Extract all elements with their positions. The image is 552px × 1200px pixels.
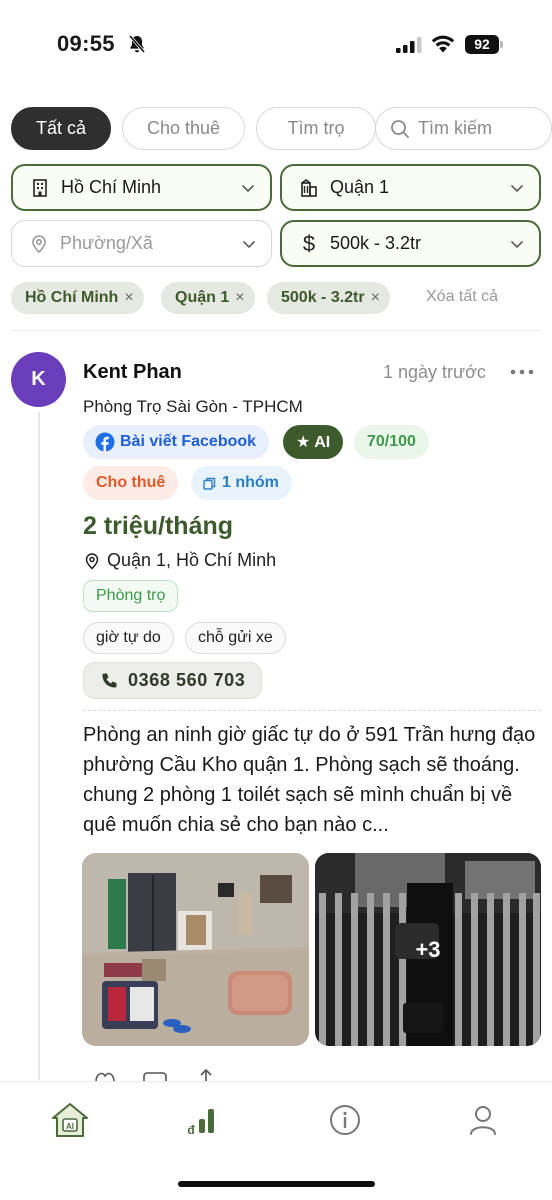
- city-select-value: Hồ Chí Minh: [61, 177, 162, 197]
- profile-icon: [470, 1106, 496, 1135]
- svg-text:đ: đ: [187, 1123, 195, 1135]
- dashed-divider: [83, 710, 541, 711]
- phone-number: 0368 560 703: [128, 670, 246, 690]
- phone-icon: [102, 673, 117, 687]
- author-name[interactable]: Kent Phan: [83, 361, 182, 384]
- post-content[interactable]: Phòng an ninh giờ giấc tự do ở 591 Trần …: [83, 720, 543, 840]
- home-ai-icon: AI: [52, 1103, 88, 1137]
- location-pin-icon: [85, 552, 99, 570]
- svg-text:AI: AI: [66, 1122, 74, 1131]
- feature-tag: chỗ gửi xe: [185, 622, 286, 654]
- tab-for-rent[interactable]: Cho thuê: [122, 107, 245, 150]
- active-filter-chip[interactable]: 500k - 3.2tr ×: [267, 282, 390, 314]
- facebook-badge-label: Bài viết Facebook: [120, 433, 257, 450]
- category-tabs: Tất cả Cho thuê Tìm trọ Tìm kiếm: [11, 107, 552, 150]
- chip-label: Quận 1: [175, 289, 230, 306]
- status-time: 09:55: [57, 31, 115, 56]
- post-actions: [95, 1068, 212, 1082]
- chip-label: 500k - 3.2tr: [281, 289, 365, 306]
- search-tab-label: Tìm kiếm: [418, 118, 492, 138]
- group-count-badge[interactable]: 1 nhóm: [191, 466, 292, 500]
- price-select-value: 500k - 3.2tr: [330, 233, 422, 253]
- facebook-post-badge[interactable]: Bài viết Facebook: [83, 425, 270, 459]
- cell-signal-icon: [396, 37, 422, 53]
- battery-level: 92: [465, 35, 499, 54]
- more-photos-count[interactable]: +3: [315, 853, 541, 1046]
- listing-type-badge: Cho thuê: [83, 466, 179, 500]
- post-photo[interactable]: +3: [315, 853, 541, 1046]
- nav-info[interactable]: [325, 1100, 365, 1140]
- call-phone-button[interactable]: 0368 560 703: [83, 662, 263, 699]
- bank-building-icon: [298, 177, 320, 199]
- post-timestamp: 1 ngày trước: [383, 362, 486, 382]
- ward-select[interactable]: Phường/Xã: [11, 220, 272, 267]
- location-pin-icon: [28, 233, 50, 255]
- nav-home-ai[interactable]: AI: [50, 1100, 90, 1140]
- dollar-icon: $: [302, 230, 316, 256]
- more-options-icon[interactable]: [509, 362, 535, 382]
- status-bar: 09:55 92: [0, 0, 552, 90]
- group-count-label: 1 nhóm: [222, 474, 279, 491]
- facebook-icon: [95, 432, 115, 452]
- wifi-icon: [431, 35, 455, 53]
- close-icon[interactable]: ×: [371, 289, 380, 307]
- bell-off-icon: [128, 35, 146, 53]
- close-icon[interactable]: ×: [235, 289, 244, 307]
- post-photo[interactable]: [82, 853, 309, 1046]
- nav-profile[interactable]: [463, 1100, 503, 1140]
- price: 2 triệu/tháng: [83, 512, 234, 540]
- ward-select-placeholder: Phường/Xã: [60, 233, 153, 253]
- copy-icon: [203, 477, 216, 490]
- close-icon[interactable]: ×: [124, 289, 133, 307]
- district-select[interactable]: Quận 1: [280, 164, 541, 211]
- group-name[interactable]: Phòng Trọ Sài Gòn - TPHCM: [83, 397, 303, 417]
- room-photo: [82, 853, 309, 1046]
- home-indicator: [178, 1181, 375, 1187]
- battery-icon: 92: [465, 35, 503, 54]
- search-tab[interactable]: Tìm kiếm: [375, 107, 552, 150]
- stats-icon: đ: [187, 1109, 214, 1135]
- location-text: Quận 1, Hồ Chí Minh: [107, 550, 277, 570]
- active-filter-chip[interactable]: Hồ Chí Minh ×: [11, 282, 144, 314]
- district-select-value: Quận 1: [330, 177, 390, 197]
- chevron-down-icon: [243, 240, 255, 248]
- chevron-down-icon: [511, 240, 523, 248]
- clear-all-button[interactable]: Xóa tất cả: [426, 288, 498, 306]
- active-filter-chip[interactable]: Quận 1 ×: [161, 282, 255, 314]
- tab-find-room[interactable]: Tìm trọ: [256, 107, 376, 150]
- avatar[interactable]: K: [11, 352, 66, 407]
- chevron-down-icon: [242, 184, 254, 192]
- chip-label: Hồ Chí Minh: [25, 289, 119, 306]
- price-select[interactable]: $ 500k - 3.2tr: [280, 220, 541, 267]
- tab-all[interactable]: Tất cả: [11, 107, 111, 150]
- score-badge: 70/100: [354, 425, 429, 459]
- location: Quận 1, Hồ Chí Minh: [83, 550, 276, 571]
- search-icon: [391, 119, 409, 138]
- nav-stats[interactable]: đ: [183, 1100, 223, 1140]
- building-icon: [29, 177, 51, 199]
- feature-tag: giờ tự do: [83, 622, 174, 654]
- thread-line: [38, 412, 40, 1080]
- city-select[interactable]: Hồ Chí Minh: [11, 164, 272, 211]
- room-type-tag: Phòng trọ: [83, 580, 179, 612]
- ai-badge: ★ AI: [283, 425, 344, 459]
- chevron-down-icon: [511, 184, 523, 192]
- info-icon: [330, 1105, 360, 1135]
- divider: [11, 330, 541, 331]
